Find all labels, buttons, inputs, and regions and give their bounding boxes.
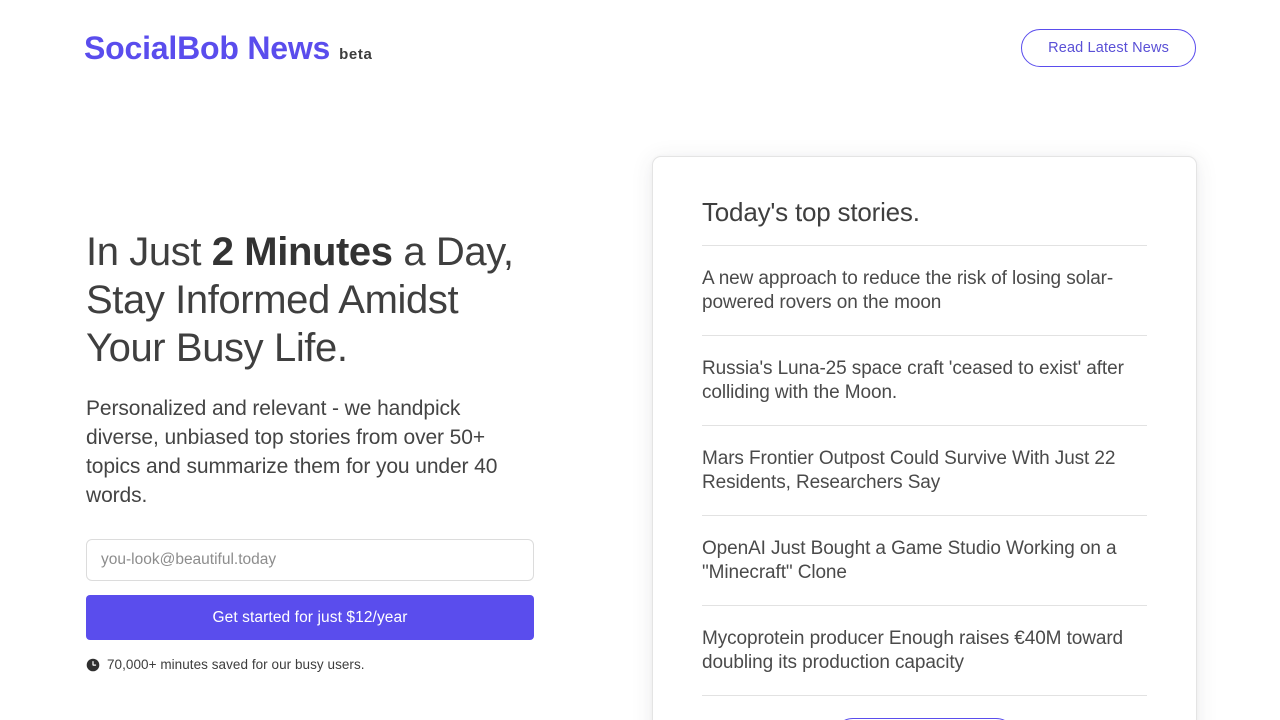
list-item[interactable]: Russia's Luna-25 space craft 'ceased to … (702, 336, 1147, 426)
story-list: A new approach to reduce the risk of los… (702, 245, 1147, 696)
email-input[interactable] (86, 539, 534, 581)
hero-headline-part1: In Just (86, 230, 212, 274)
top-stories-card: Today's top stories. A new approach to r… (652, 156, 1197, 720)
site-header: SocialBob News beta Read Latest News (0, 0, 1280, 96)
landing-page: SocialBob News beta Read Latest News In … (0, 0, 1280, 720)
list-item[interactable]: A new approach to reduce the risk of los… (702, 246, 1147, 336)
list-item[interactable]: Mars Frontier Outpost Could Survive With… (702, 426, 1147, 516)
header-read-latest-news-button[interactable]: Read Latest News (1021, 29, 1196, 67)
list-item[interactable]: Mycoprotein producer Enough raises €40M … (702, 606, 1147, 696)
clock-icon (86, 658, 100, 672)
hero-subtitle: Personalized and relevant - we handpick … (86, 394, 531, 510)
hero-headline-highlight: 2 Minutes (212, 230, 393, 274)
top-stories-title: Today's top stories. (702, 197, 1147, 228)
brand-beta-tag: beta (339, 47, 372, 62)
list-item[interactable]: OpenAI Just Bought a Game Studio Working… (702, 516, 1147, 606)
hero-section: In Just 2 Minutes a Day, Stay Informed A… (86, 228, 538, 672)
minutes-saved-text: 70,000+ minutes saved for our busy users… (107, 657, 365, 672)
hero-headline: In Just 2 Minutes a Day, Stay Informed A… (86, 228, 538, 372)
minutes-saved-stat: 70,000+ minutes saved for our busy users… (86, 657, 538, 672)
brand-logo[interactable]: SocialBob News beta (84, 32, 372, 64)
get-started-button[interactable]: Get started for just $12/year (86, 595, 534, 640)
card-footer: Read Latest News (702, 696, 1147, 720)
signup-form: Get started for just $12/year (86, 539, 534, 640)
brand-name: SocialBob News (84, 32, 330, 64)
